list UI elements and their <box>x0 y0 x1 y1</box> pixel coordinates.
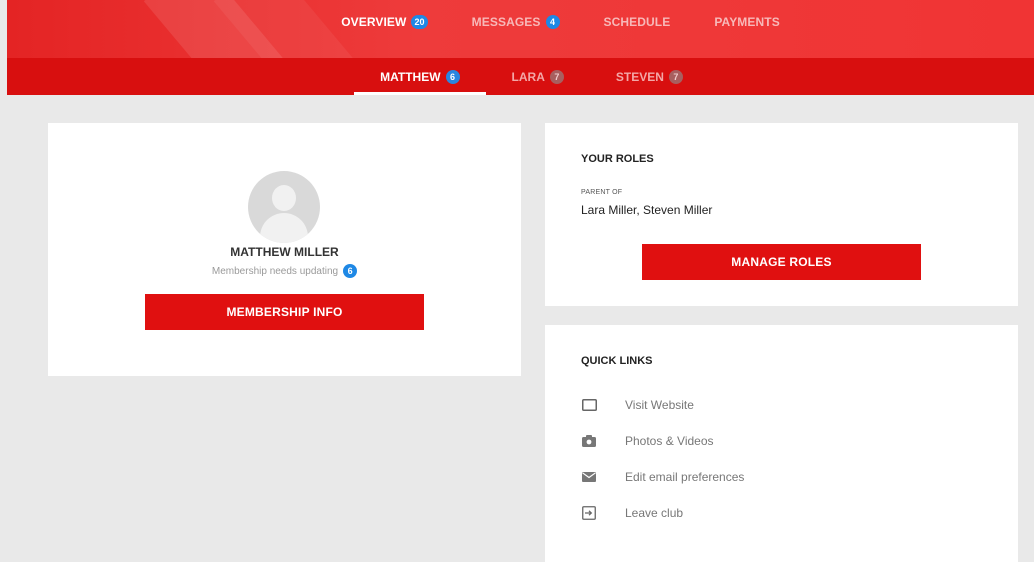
count-badge: 6 <box>445 69 460 84</box>
link-label: Visit Website <box>625 398 694 412</box>
tab-schedule[interactable]: SCHEDULE <box>604 15 671 29</box>
quick-links-list: Visit Website Photos & Videos Edit email… <box>581 387 961 531</box>
count-badge: 4 <box>545 15 560 29</box>
main-tabs: OVERVIEW 20 MESSAGES 4 SCHEDULE PAYMENTS <box>7 0 1034 58</box>
quick-links-title: QUICK LINKS <box>581 355 653 367</box>
count-badge: 7 <box>668 69 683 84</box>
link-email-preferences[interactable]: Edit email preferences <box>581 459 961 495</box>
tab-label: MESSAGES <box>471 15 541 29</box>
membership-status-text: Membership needs updating <box>211 265 339 277</box>
profile-name: MATTHEW MILLER <box>230 245 339 259</box>
roles-value: Lara Miller, Steven Miller <box>581 203 713 217</box>
tab-overview[interactable]: OVERVIEW 20 <box>341 15 428 29</box>
membership-status: Membership needs updating 6 <box>48 264 521 278</box>
member-tab-matthew[interactable]: MATTHEW 6 <box>354 58 486 95</box>
link-label: Edit email preferences <box>625 470 745 484</box>
avatar <box>248 171 320 243</box>
tab-label: OVERVIEW <box>341 15 407 29</box>
page: OVERVIEW 20 MESSAGES 4 SCHEDULE PAYMENTS… <box>7 0 1034 562</box>
link-leave-club[interactable]: Leave club <box>581 495 961 531</box>
member-tab-lara[interactable]: LARA 7 <box>486 58 590 95</box>
avatar-head <box>272 185 296 211</box>
member-tab-label: MATTHEW <box>380 69 441 84</box>
envelope-icon <box>581 469 597 485</box>
avatar-body <box>260 213 308 243</box>
tab-label: SCHEDULE <box>603 15 671 29</box>
member-tabs: MATTHEW 6 LARA 7 STEVEN 7 <box>7 58 1034 95</box>
camera-icon <box>581 433 597 449</box>
link-label: Photos & Videos <box>625 434 714 448</box>
exit-icon <box>581 505 597 521</box>
tab-payments[interactable]: PAYMENTS <box>714 15 779 29</box>
link-visit-website[interactable]: Visit Website <box>581 387 961 423</box>
member-tab-label: STEVEN <box>615 69 664 84</box>
member-tab-steven[interactable]: STEVEN 7 <box>590 58 709 95</box>
count-badge: 20 <box>411 15 428 29</box>
profile-card: MATTHEW MILLER Membership needs updating… <box>48 123 521 376</box>
membership-info-button[interactable]: MEMBERSHIP INFO <box>145 294 424 330</box>
roles-caption: PARENT OF <box>581 189 623 196</box>
top-navigation: OVERVIEW 20 MESSAGES 4 SCHEDULE PAYMENTS <box>7 0 1034 58</box>
count-badge: 6 <box>343 264 358 278</box>
link-label: Leave club <box>625 506 684 520</box>
roles-card: YOUR ROLES PARENT OF Lara Miller, Steven… <box>545 123 1018 306</box>
roles-title: YOUR ROLES <box>581 153 654 165</box>
member-tab-label: LARA <box>511 69 545 84</box>
tab-messages[interactable]: MESSAGES 4 <box>472 15 560 29</box>
manage-roles-button[interactable]: MANAGE ROLES <box>642 244 921 280</box>
window-icon <box>581 397 597 413</box>
tab-label: PAYMENTS <box>714 15 780 29</box>
count-badge: 7 <box>549 69 564 84</box>
quick-links-card: QUICK LINKS Visit Website Photos & Video… <box>545 325 1018 562</box>
link-photos-videos[interactable]: Photos & Videos <box>581 423 961 459</box>
